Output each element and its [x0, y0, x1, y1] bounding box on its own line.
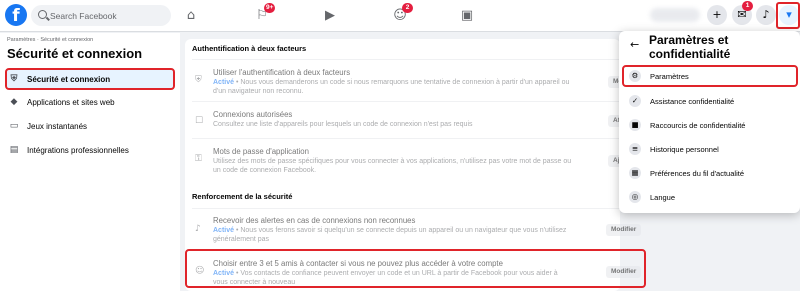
sidebar-item-security-login[interactable]: ⛨ Sécurité et connexion	[5, 68, 175, 90]
search-placeholder: Search Facebook	[50, 11, 117, 21]
modify-button[interactable]: Modifier	[606, 224, 642, 236]
messenger-notification-badge: 1	[742, 1, 753, 11]
search-icon	[38, 10, 47, 19]
flag-notification-badge: 9+	[264, 3, 276, 13]
row-description-line2: un code de connexion Facebook.	[213, 167, 317, 174]
row-description: Consultez une liste d'appareils pour les…	[213, 121, 473, 128]
cube-icon: ◆	[10, 97, 18, 107]
lock-check-icon: ✓	[629, 95, 641, 107]
row-use-two-factor[interactable]: ⛨ Utiliser l'authentification à deux fac…	[192, 59, 644, 101]
lock-icon: ■	[629, 119, 641, 131]
two-factor-heading: Authentification à deux facteurs	[192, 44, 307, 53]
dropdown-item-label: Raccourcis de confidentialité	[650, 121, 746, 130]
row-title: Utiliser l'authentification à deux facte…	[213, 68, 351, 77]
check-list-icon: ☐	[195, 116, 204, 126]
dropdown-item-label: Paramètres	[650, 72, 689, 81]
dropdown-item-label: Langue	[650, 193, 676, 202]
dropdown-item-privacy-checkup[interactable]: ✓ Assistance confidentialité	[622, 90, 798, 112]
sidebar-item-apps-websites[interactable]: ◆ Applications et sites web	[5, 91, 175, 113]
dropdown-item-label: Préférences du fil d'actualité	[650, 169, 744, 178]
row-description: Activé • Nous vous ferons savoir si quel…	[213, 227, 567, 234]
dropdown-item-label: Assistance confidentialité	[650, 97, 735, 106]
shield-key-icon: ⛨	[195, 75, 202, 85]
row-description: Utilisez des mots de passe spécifiques p…	[213, 158, 572, 165]
sidebar-item-label: Sécurité et connexion	[27, 75, 111, 84]
dropdown-item-privacy-shortcuts[interactable]: ■ Raccourcis de confidentialité	[622, 114, 798, 136]
sidebar-item-label: Jeux instantanés	[27, 122, 88, 131]
settings-sidebar: Paramètres · Sécurité et connexion Sécur…	[0, 33, 180, 291]
row-title: Mots de passe d'application	[213, 147, 309, 156]
sidebar-item-label: Intégrations professionnelles	[27, 146, 129, 155]
extra-security-heading: Renforcement de la sécurité	[192, 192, 293, 201]
list-icon: ≡	[629, 143, 641, 155]
back-arrow-icon[interactable]: ←	[630, 38, 639, 51]
status-active: Activé	[213, 227, 235, 234]
gaming-icon[interactable]: ▣	[457, 6, 477, 26]
row-app-passwords[interactable]: ⚿ Mots de passe d'application Utilisez d…	[192, 138, 641, 182]
status-active: Activé	[213, 79, 235, 86]
shield-icon: ⛨	[10, 74, 18, 84]
groups-notification-badge: 2	[402, 3, 413, 13]
sidebar-item-label: Applications et sites web	[27, 98, 115, 107]
facebook-logo[interactable]: f	[5, 4, 27, 26]
briefcase-icon: ▤	[9, 145, 19, 155]
highlight-trusted-contacts	[185, 249, 646, 288]
row-title: Recevoir des alertes en cas de connexion…	[213, 216, 416, 225]
dropdown-item-news-feed-preferences[interactable]: ▦ Préférences du fil d'actualité	[622, 162, 798, 184]
settings-privacy-dropdown: ← Paramètres et confidentialité ⚙ Paramè…	[619, 31, 800, 213]
breadcrumb[interactable]: Paramètres · Sécurité et connexion	[7, 37, 93, 43]
create-button[interactable]: +	[707, 5, 727, 25]
sidebar-item-instant-games[interactable]: ▭ Jeux instantanés	[5, 115, 175, 137]
gamepad-icon: ▭	[9, 121, 19, 131]
dropdown-title: Paramètres et confidentialité	[649, 33, 731, 61]
notifications-bell-icon[interactable]: ♪	[756, 5, 776, 25]
dropdown-item-language[interactable]: ◎ Langue	[622, 186, 798, 208]
dropdown-item-label: Historique personnel	[650, 145, 719, 154]
row-authorized-logins[interactable]: ☐ Connexions autorisées Consultez une li…	[192, 101, 643, 138]
row-unrecognized-login-alerts[interactable]: ♪ Recevoir des alertes en cas de connexi…	[192, 208, 642, 250]
gear-icon: ⚙	[629, 70, 641, 82]
home-icon[interactable]: ⌂	[181, 6, 201, 26]
dropdown-item-settings[interactable]: ⚙ Paramètres	[622, 65, 798, 87]
key-icon: ⚿	[195, 154, 202, 164]
video-icon[interactable]: ▶	[320, 6, 340, 26]
sidebar-item-business-integrations[interactable]: ▤ Intégrations professionnelles	[5, 139, 175, 161]
dropdown-item-activity-log[interactable]: ≡ Historique personnel	[622, 138, 798, 160]
top-navigation-bar: f Search Facebook ⌂ ⚐ 9+ ▶ ☺ 2 ▣ + ✉ 1 ♪…	[0, 0, 800, 32]
row-description-line2: d'un navigateur non reconnu.	[213, 88, 304, 95]
feed-icon: ▦	[629, 167, 641, 179]
profile-name-blurred[interactable]	[650, 8, 700, 22]
page-title: Sécurité et connexion	[7, 46, 143, 61]
globe-icon: ◎	[629, 191, 641, 203]
bell-icon: ♪	[195, 224, 201, 234]
row-description: Activé • Nous vous demanderons un code s…	[213, 79, 570, 86]
row-description-line2: généralement pas	[213, 236, 270, 243]
two-factor-card: Authentification à deux facteurs ⛨ Utili…	[185, 39, 644, 209]
search-input[interactable]: Search Facebook	[31, 5, 171, 26]
highlight-account-menu	[776, 2, 800, 29]
row-title: Connexions autorisées	[213, 110, 293, 119]
